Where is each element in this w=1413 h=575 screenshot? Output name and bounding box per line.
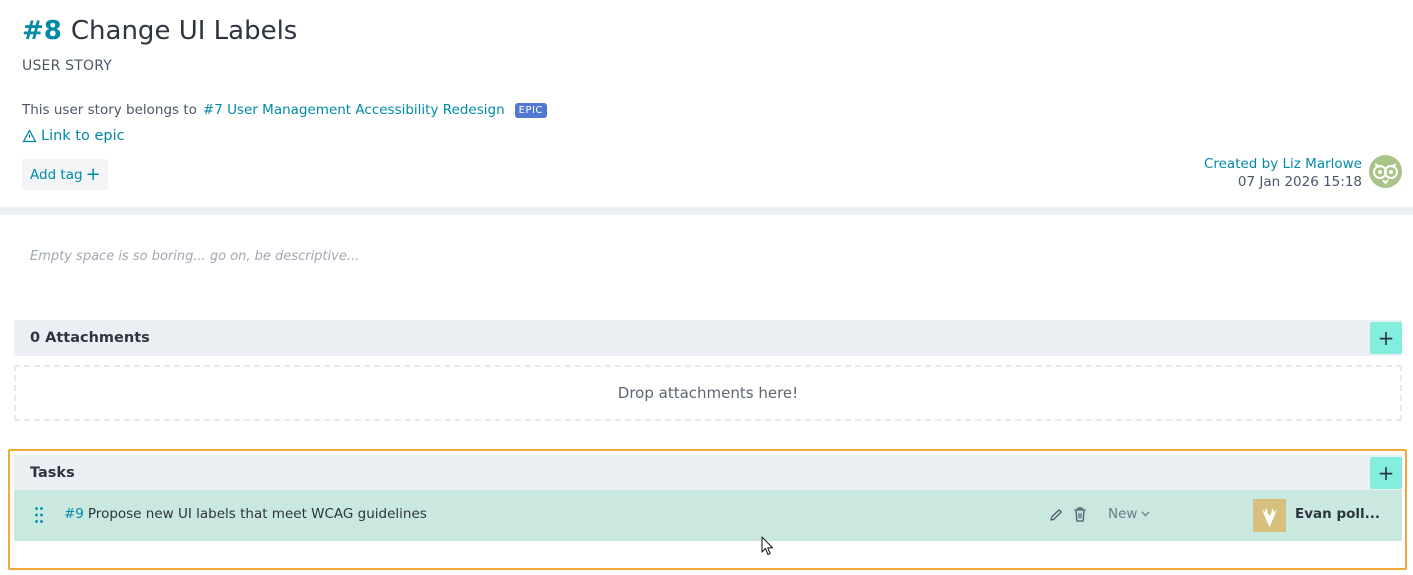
- pencil-icon[interactable]: [1048, 507, 1064, 523]
- created-by-author[interactable]: Liz Marlowe: [1283, 156, 1362, 172]
- task-title[interactable]: #9 Propose new UI labels that meet WCAG g…: [64, 506, 427, 522]
- task-status-label: New: [1108, 506, 1138, 522]
- deer-avatar-icon: [1262, 508, 1277, 527]
- link-to-epic-button[interactable]: Link to epic: [22, 128, 125, 144]
- drag-handle-icon[interactable]: [34, 506, 44, 524]
- created-info: Created by Liz Marlowe 07 Jan 2026 15:18: [1204, 155, 1362, 191]
- trash-icon[interactable]: [1072, 506, 1088, 523]
- assignee-avatar[interactable]: [1253, 499, 1286, 532]
- created-date: 07 Jan 2026 15:18: [1237, 174, 1362, 190]
- epic-relation: This user story belongs to #7 User Manag…: [22, 102, 547, 118]
- section-divider: [0, 207, 1413, 215]
- add-attachment-button[interactable]: +: [1370, 322, 1402, 354]
- task-row[interactable]: #9 Propose new UI labels that meet WCAG g…: [14, 490, 1402, 541]
- avatar[interactable]: [1369, 155, 1402, 188]
- epic-badge: EPIC: [514, 102, 547, 118]
- belongs-prefix: This user story belongs to: [22, 102, 197, 118]
- owl-avatar-icon: [1373, 163, 1398, 185]
- task-subject[interactable]: Propose new UI labels that meet WCAG gui…: [88, 506, 427, 522]
- chevron-down-icon: [1141, 511, 1150, 517]
- story-ref: #8: [22, 16, 62, 46]
- add-task-button[interactable]: +: [1370, 457, 1402, 489]
- story-header: #8 Change UI Labels USER STORY This user…: [0, 0, 1413, 207]
- mouse-cursor-icon: [761, 536, 774, 556]
- plus-icon: +: [85, 163, 101, 185]
- link-to-epic-label: Link to epic: [41, 128, 125, 144]
- description-placeholder[interactable]: Empty space is so boring... go on, be de…: [30, 249, 359, 264]
- attachments-drop-zone[interactable]: Drop attachments here!: [14, 365, 1402, 421]
- story-subject[interactable]: Change UI Labels: [71, 16, 297, 46]
- drop-zone-label: Drop attachments here!: [617, 384, 799, 402]
- tasks-header: Tasks +: [14, 455, 1402, 491]
- page-title: #8 Change UI Labels: [22, 16, 297, 46]
- created-by-prefix: Created by: [1203, 156, 1279, 172]
- task-status-dropdown[interactable]: New: [1108, 506, 1150, 522]
- assignee-name[interactable]: Evan poll...: [1295, 506, 1380, 522]
- story-type: USER STORY: [22, 58, 112, 74]
- triangle-link-icon: [22, 129, 37, 143]
- epic-link[interactable]: #7 User Management Accessibility Redesig…: [203, 102, 505, 118]
- tasks-title: Tasks: [30, 465, 75, 481]
- attachments-title: 0 Attachments: [30, 330, 150, 346]
- attachments-header: 0 Attachments +: [14, 320, 1402, 356]
- add-tag-label: Add tag: [30, 166, 83, 183]
- task-ref[interactable]: #9: [64, 506, 84, 522]
- add-tag-button[interactable]: Add tag +: [22, 159, 108, 190]
